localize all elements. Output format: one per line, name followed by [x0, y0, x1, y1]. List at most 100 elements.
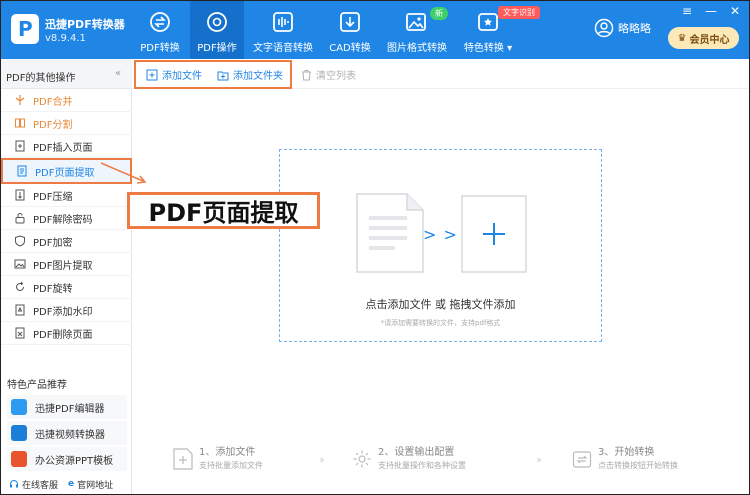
online-service-link[interactable]: 在线客服: [9, 478, 58, 491]
website-label: 官网地址: [77, 480, 114, 491]
pdf-operate-icon: [207, 12, 227, 32]
menu-icon[interactable]: ≡: [679, 4, 695, 18]
sidebar-item-encrypt[interactable]: PDF加密: [1, 230, 132, 253]
sidebar-item-label: PDF合并: [33, 96, 73, 108]
user-avatar-icon: [594, 18, 614, 38]
extract-page-icon: [17, 165, 27, 177]
recommend-label: 迅捷PDF编辑器: [35, 403, 105, 415]
sidebar-item-rotate[interactable]: PDF旋转: [1, 276, 132, 299]
convert-start-icon: [572, 451, 592, 468]
app-version: v8.9.4.1: [45, 33, 86, 44]
website-link[interactable]: e 官网地址: [68, 478, 113, 491]
sidebar-item-insert-page[interactable]: PDF插入页面: [1, 135, 132, 158]
step-settings: 2、设置输出配置 支持批量操作和各种设置: [352, 446, 466, 472]
unlock-icon: [15, 213, 25, 224]
audio-icon: [273, 12, 293, 32]
step-file-icon: [173, 448, 193, 470]
step-title: 2、设置输出配置: [378, 447, 455, 458]
cad-icon: [340, 12, 360, 32]
app-window: P 迅捷PDF转换器 v8.9.4.1 PDF转换 PDF操作 文字语音转换 C…: [0, 0, 750, 495]
add-folder-icon: [217, 71, 229, 80]
convert-icon: [150, 12, 170, 32]
add-file-button[interactable]: 添加文件: [146, 67, 202, 82]
drop-zone-title: 点击添加文件 或 拖拽文件添加: [365, 298, 516, 311]
sidebar-item-label: PDF图片提取: [33, 260, 93, 272]
nav-pdf-operate[interactable]: PDF操作: [190, 1, 244, 59]
add-folder-button[interactable]: 添加文件夹: [217, 67, 283, 82]
ppt-template-logo-icon: [11, 451, 27, 467]
chevron-down-icon: ▾: [507, 43, 513, 54]
sidebar-item-watermark[interactable]: PDF添加水印: [1, 299, 132, 322]
callout-label: PDF页面提取: [127, 192, 320, 229]
sidebar-item-delete-page[interactable]: PDF删除页面: [1, 322, 132, 345]
new-badge: 新: [430, 7, 448, 20]
sidebar-header[interactable]: PDF的其他操作 «: [1, 59, 132, 89]
user-account[interactable]: 略略略: [594, 18, 651, 38]
gear-icon: [353, 450, 371, 468]
video-converter-logo-icon: [11, 425, 27, 441]
sidebar-item-image-extract[interactable]: PDF图片提取: [1, 253, 132, 276]
add-file-icon: [146, 69, 158, 80]
file-drop-zone[interactable]: > > > 点击添加文件 或 拖拽文件添加 *请添加需要转换的文件，支持pdf格…: [279, 149, 602, 342]
clear-list-button[interactable]: 清空列表: [301, 67, 356, 82]
sidebar-item-label: PDF删除页面: [33, 329, 93, 341]
close-icon[interactable]: ✕: [727, 4, 743, 18]
sidebar-item-label: PDF添加水印: [33, 306, 93, 318]
ie-icon: e: [68, 479, 75, 489]
nav-label: 文字语音转换: [253, 43, 313, 54]
step-title: 3、开始转换: [598, 447, 655, 458]
recommend-video-converter[interactable]: 迅捷视频转换器: [7, 421, 127, 445]
chevrons-left-icon[interactable]: «: [115, 68, 121, 79]
nav-label: 图片格式转换: [387, 43, 447, 54]
step-desc: 点击转换按钮开始转换: [598, 461, 678, 470]
sidebar-item-merge[interactable]: PDF合并: [1, 89, 132, 112]
recommend-ppt-template[interactable]: 办公资源PPT模板: [7, 447, 127, 471]
compress-icon: [15, 189, 25, 201]
app-name: 迅捷PDF转换器: [45, 18, 125, 31]
special-icon: [478, 13, 498, 31]
sidebar-footer: 在线客服 e 官网地址: [1, 474, 132, 494]
step-title: 1、添加文件: [199, 447, 256, 458]
minimize-icon[interactable]: —: [703, 4, 719, 18]
vip-center-button[interactable]: ♛ 会员中心: [668, 27, 739, 49]
sidebar-item-label: PDF解除密码: [33, 214, 93, 226]
nav-label: PDF转换: [140, 43, 180, 54]
ocr-badge: 文字识别: [498, 6, 540, 19]
user-name: 略略略: [618, 22, 651, 35]
add-document-icon[interactable]: [461, 195, 527, 273]
step-arrow-icon: ›››: [319, 455, 325, 466]
nav-pdf-convert[interactable]: PDF转换: [138, 1, 182, 59]
add-file-label: 添加文件: [162, 71, 202, 82]
sidebar-item-label: PDF旋转: [33, 283, 73, 295]
online-service-label: 在线客服: [22, 480, 59, 491]
sidebar-header-title: PDF的其他操作: [6, 73, 76, 84]
headset-icon: [10, 480, 18, 488]
nav-text-speech[interactable]: 文字语音转换: [253, 1, 313, 59]
insert-page-icon: [15, 140, 25, 152]
step-start-convert: 3、开始转换 点击转换按钮开始转换: [572, 446, 678, 472]
recommend-pdf-editor[interactable]: 迅捷PDF编辑器: [7, 395, 127, 419]
encrypt-icon: [15, 235, 25, 247]
callout-arrow: [100, 162, 147, 184]
sidebar-item-unlock[interactable]: PDF解除密码: [1, 207, 132, 230]
vip-label: 会员中心: [689, 34, 730, 46]
sidebar-item-label: PDF加密: [33, 237, 73, 249]
app-logo-icon: P: [11, 14, 39, 44]
file-toolbar: 添加文件 添加文件夹 清空列表: [133, 59, 749, 89]
sidebar-item-split[interactable]: PDF分割: [1, 112, 132, 135]
sidebar-item-label: PDF插入页面: [33, 142, 93, 154]
clear-list-label: 清空列表: [316, 71, 356, 82]
nav-cad-convert[interactable]: CAD转换: [329, 1, 371, 59]
pdf-editor-logo-icon: [11, 399, 27, 415]
split-icon: [15, 118, 25, 128]
sidebar-item-label: PDF压缩: [33, 191, 73, 203]
nav-label-text: 特色转换: [463, 43, 504, 54]
sidebar: PDF的其他操作 « PDF合并 PDF分割 PDF插入页面 PDF页面提取 P…: [1, 59, 132, 494]
delete-page-icon: [15, 327, 25, 339]
drop-zone-hint: *请添加需要转换的文件，支持pdf格式: [380, 319, 501, 327]
nav-label: 特色转换 ▾: [461, 39, 515, 54]
merge-icon: [15, 95, 25, 105]
recommend-title: 特色产品推荐: [7, 380, 67, 391]
nav-label: CAD转换: [329, 43, 371, 54]
sidebar-item-label: PDF页面提取: [35, 167, 95, 179]
